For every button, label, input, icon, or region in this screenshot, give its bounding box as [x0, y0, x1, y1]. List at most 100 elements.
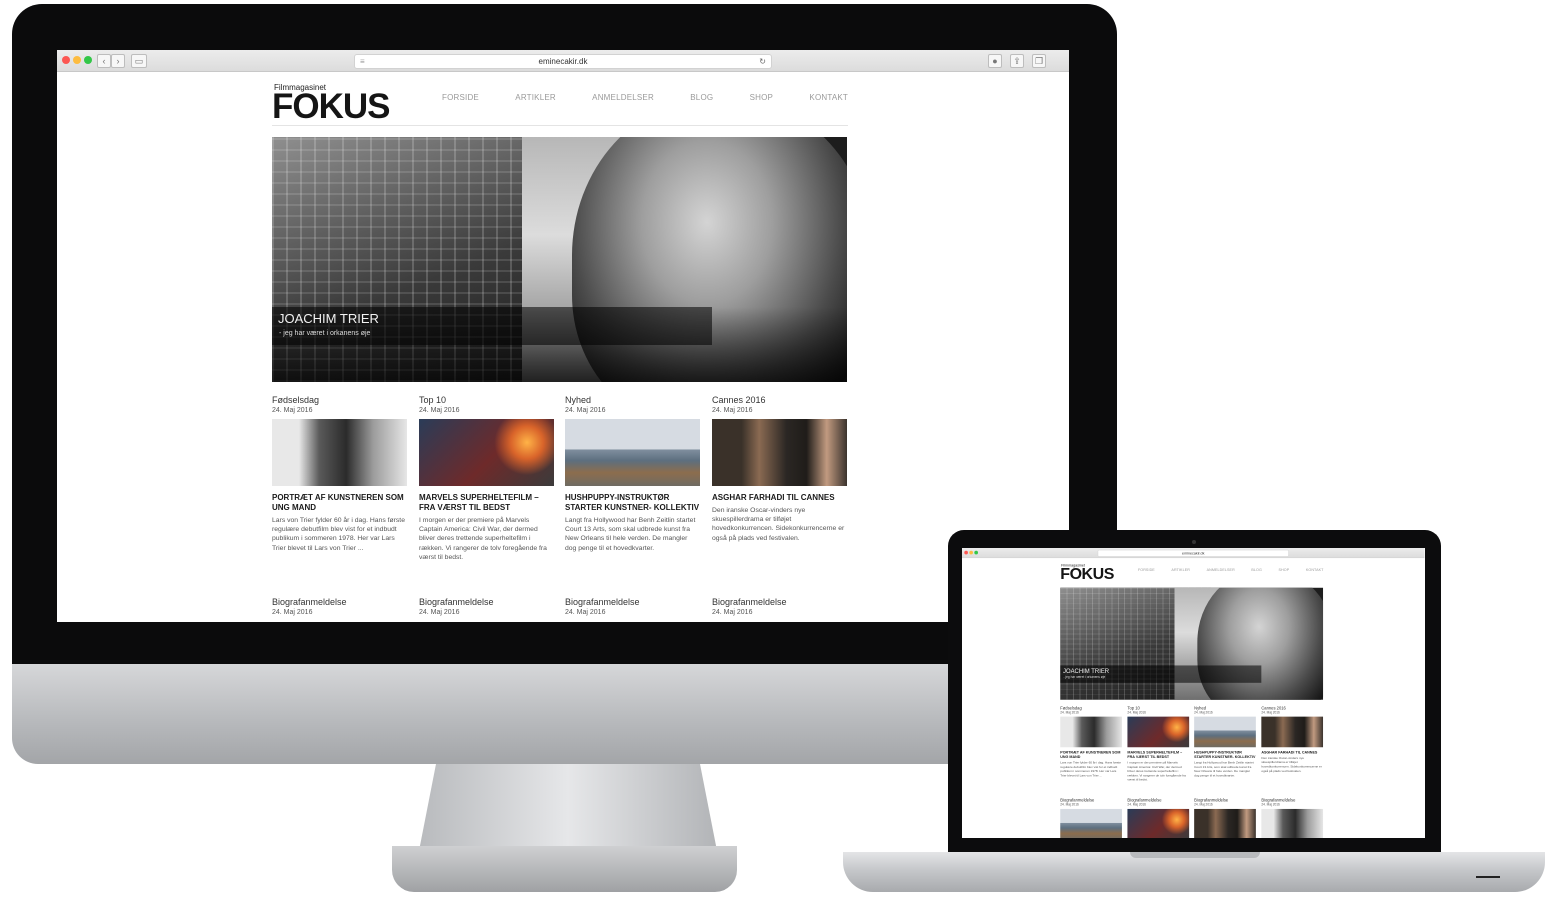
laptop-review-image[interactable] — [1261, 808, 1324, 838]
zoom-window-button[interactable] — [84, 56, 92, 64]
laptop-article-date: 24. Maj 2016 — [1261, 711, 1280, 715]
article-date: 24. Maj 2016 — [272, 407, 313, 414]
laptop-close-window-button[interactable] — [964, 550, 968, 555]
hero-banner[interactable]: JOACHIM TRIER - jeg har været i orkanens… — [272, 137, 847, 382]
laptop-hero-portrait — [1197, 587, 1324, 700]
nav-item-kontakt[interactable]: KONTAKT — [809, 93, 848, 102]
laptop-nav-item-shop[interactable]: SHOP — [1279, 568, 1290, 572]
laptop-article-title[interactable]: HUSHPUPPY-INSTRUKTØR STARTER KUNSTNER- K… — [1194, 750, 1256, 759]
nav-item-shop[interactable]: SHOP — [750, 93, 773, 102]
hero-title[interactable]: JOACHIM TRIER — [278, 311, 379, 326]
hero-caption: JOACHIM TRIER - jeg har været i orkanens… — [272, 307, 712, 345]
laptop-nav-item-artikler[interactable]: ARTIKLER — [1171, 568, 1190, 572]
laptop-review-card[interactable]: Biografanmeldelse 24. Maj 2016 — [1060, 798, 1122, 838]
laptop-review-image[interactable] — [1060, 808, 1122, 838]
laptop-article-title[interactable]: MARVELS SUPERHELTEFILM – FRA VÆRST TIL B… — [1127, 750, 1189, 759]
article-card[interactable]: Fødselsdag 24. Maj 2016 PORTRÆT AF KUNST… — [272, 395, 407, 553]
article-category: Nyhed — [565, 395, 592, 405]
nav-divider — [272, 125, 848, 126]
article-title[interactable]: HUSHPUPPY-INSTRUKTØR STARTER KUNSTNER- K… — [565, 493, 700, 513]
review-category: Biografanmeldelse — [419, 597, 494, 607]
nav-item-forside[interactable]: FORSIDE — [442, 93, 479, 102]
laptop-review-card[interactable]: Biografanmeldelse 24. Maj 2016 — [1261, 798, 1324, 838]
forward-button[interactable]: › — [111, 54, 125, 68]
laptop-indicator — [1476, 876, 1500, 878]
laptop-review-card[interactable]: Biografanmeldelse 24. Maj 2016 — [1194, 798, 1256, 838]
review-category: Biografanmeldelse — [712, 597, 787, 607]
nav-item-artikler[interactable]: ARTIKLER — [515, 93, 556, 102]
article-image[interactable] — [419, 419, 554, 486]
laptop-article-title[interactable]: ASGHAR FARHADI TIL CANNES — [1261, 750, 1323, 755]
nav-item-blog[interactable]: BLOG — [690, 93, 713, 102]
site-logo[interactable]: FOKUS — [272, 89, 390, 125]
article-excerpt: Lars von Trier fylder 60 år i dag. Hans … — [272, 517, 405, 552]
article-excerpt: I morgen er der premiere på Marvels Capt… — [419, 517, 547, 561]
review-category: Biografanmeldelse — [272, 597, 347, 607]
article-date: 24. Maj 2016 — [712, 407, 753, 414]
article-card[interactable]: Nyhed 24. Maj 2016 HUSHPUPPY-INSTRUKTØR … — [565, 395, 700, 553]
laptop-review-image[interactable] — [1194, 808, 1256, 838]
laptop-hero-title[interactable]: JOACHIM TRIER — [1063, 667, 1109, 674]
back-button[interactable]: ‹ — [97, 54, 111, 68]
review-card[interactable]: Biografanmeldelse 24. Maj 2016 — [419, 597, 554, 618]
laptop-review-card[interactable]: Biografanmeldelse 24. Maj 2016 — [1127, 798, 1190, 838]
laptop-article-title[interactable]: PORTRÆT AF KUNSTNEREN SOM UNG MAND — [1060, 750, 1122, 759]
article-title[interactable]: PORTRÆT AF KUNSTNEREN SOM UNG MAND — [272, 493, 407, 513]
laptop-article-date: 24. Maj 2016 — [1060, 711, 1079, 715]
review-card[interactable]: Biografanmeldelse 24. Maj 2016 — [712, 597, 847, 618]
article-date: 24. Maj 2016 — [565, 407, 606, 414]
laptop-hero-subtitle: - jeg har været i orkanens øje — [1063, 675, 1106, 680]
sidebar-icon[interactable]: ▭ — [131, 54, 147, 68]
article-title[interactable]: MARVELS SUPERHELTEFILM – FRA VÆRST TIL B… — [419, 493, 554, 513]
article-category: Fødselsdag — [272, 395, 320, 405]
review-card[interactable]: Biografanmeldelse 24. Maj 2016 — [565, 597, 700, 618]
laptop-article-date: 24. Maj 2016 — [1194, 711, 1213, 715]
review-date: 24. Maj 2016 — [419, 609, 460, 616]
laptop-article-image[interactable] — [1060, 716, 1122, 748]
article-excerpt: Langt fra Hollywood har Benh Zeitlin sta… — [565, 517, 696, 552]
review-category: Biografanmeldelse — [565, 597, 640, 607]
laptop-nav-item-blog[interactable]: BLOG — [1251, 568, 1262, 572]
hero-subtitle: - jeg har været i orkanens øje — [279, 330, 371, 337]
laptop-article-card[interactable]: Nyhed 24. Maj 2016 HUSHPUPPY-INSTRUKTØR … — [1194, 706, 1256, 778]
article-image[interactable] — [712, 419, 847, 486]
laptop-article-image[interactable] — [1194, 716, 1256, 748]
url-text: eminecakir.dk — [538, 57, 588, 66]
laptop-hero-banner[interactable]: JOACHIM TRIER - jeg har været i orkanens… — [1060, 587, 1324, 700]
laptop-minimize-window-button[interactable] — [969, 550, 973, 555]
article-card[interactable]: Top 10 24. Maj 2016 MARVELS SUPERHELTEFI… — [419, 395, 554, 562]
main-nav: FORSIDE ARTIKLER ANMELDELSER BLOG SHOP K… — [442, 93, 848, 102]
laptop-screen: eminecakir.dk Filmmagasinet FOKUS FORSID… — [962, 548, 1425, 838]
minimize-window-button[interactable] — [73, 56, 81, 64]
close-window-button[interactable] — [62, 56, 70, 64]
laptop-address-bar[interactable]: eminecakir.dk — [1097, 549, 1289, 557]
article-image[interactable] — [272, 419, 407, 486]
laptop-nav-item-forside[interactable]: FORSIDE — [1138, 568, 1155, 572]
laptop-site-logo[interactable]: FOKUS — [1060, 566, 1114, 582]
tabs-icon[interactable]: ❐ — [1032, 54, 1046, 68]
laptop-nav-item-kontakt[interactable]: KONTAKT — [1306, 568, 1324, 572]
nav-item-anmeldelser[interactable]: ANMELDELSER — [592, 93, 654, 102]
laptop-nav-item-anmeldelser[interactable]: ANMELDELSER — [1207, 568, 1235, 572]
laptop-zoom-window-button[interactable] — [974, 550, 978, 555]
article-title[interactable]: ASGHAR FARHADI TIL CANNES — [712, 493, 847, 503]
article-category: Cannes 2016 — [712, 395, 766, 405]
laptop-article-card[interactable]: Top 10 24. Maj 2016 MARVELS SUPERHELTEFI… — [1127, 706, 1190, 782]
address-bar[interactable]: ≡ eminecakir.dk ↻ — [354, 54, 772, 69]
laptop-article-image[interactable] — [1261, 716, 1324, 748]
laptop-article-card[interactable]: Fødselsdag 24. Maj 2016 PORTRÆT AF KUNST… — [1060, 706, 1122, 778]
laptop-review-date: 24. Maj 2016 — [1261, 803, 1280, 807]
laptop-review-date: 24. Maj 2016 — [1127, 803, 1146, 807]
reload-icon[interactable]: ↻ — [759, 55, 766, 68]
article-image[interactable] — [565, 419, 700, 486]
laptop-article-image[interactable] — [1127, 716, 1190, 748]
laptop-base — [843, 852, 1545, 892]
article-excerpt: Den iranske Oscar-vinders nye skuespille… — [712, 507, 845, 542]
laptop-review-image[interactable] — [1127, 808, 1190, 838]
download-icon[interactable]: ● — [988, 54, 1002, 68]
article-card[interactable]: Cannes 2016 24. Maj 2016 ASGHAR FARHADI … — [712, 395, 847, 543]
share-icon[interactable]: ⇪ — [1010, 54, 1024, 68]
laptop-article-card[interactable]: Cannes 2016 24. Maj 2016 ASGHAR FARHADI … — [1261, 706, 1324, 774]
reader-icon[interactable]: ≡ — [360, 55, 365, 68]
review-card[interactable]: Biografanmeldelse 24. Maj 2016 — [272, 597, 407, 618]
